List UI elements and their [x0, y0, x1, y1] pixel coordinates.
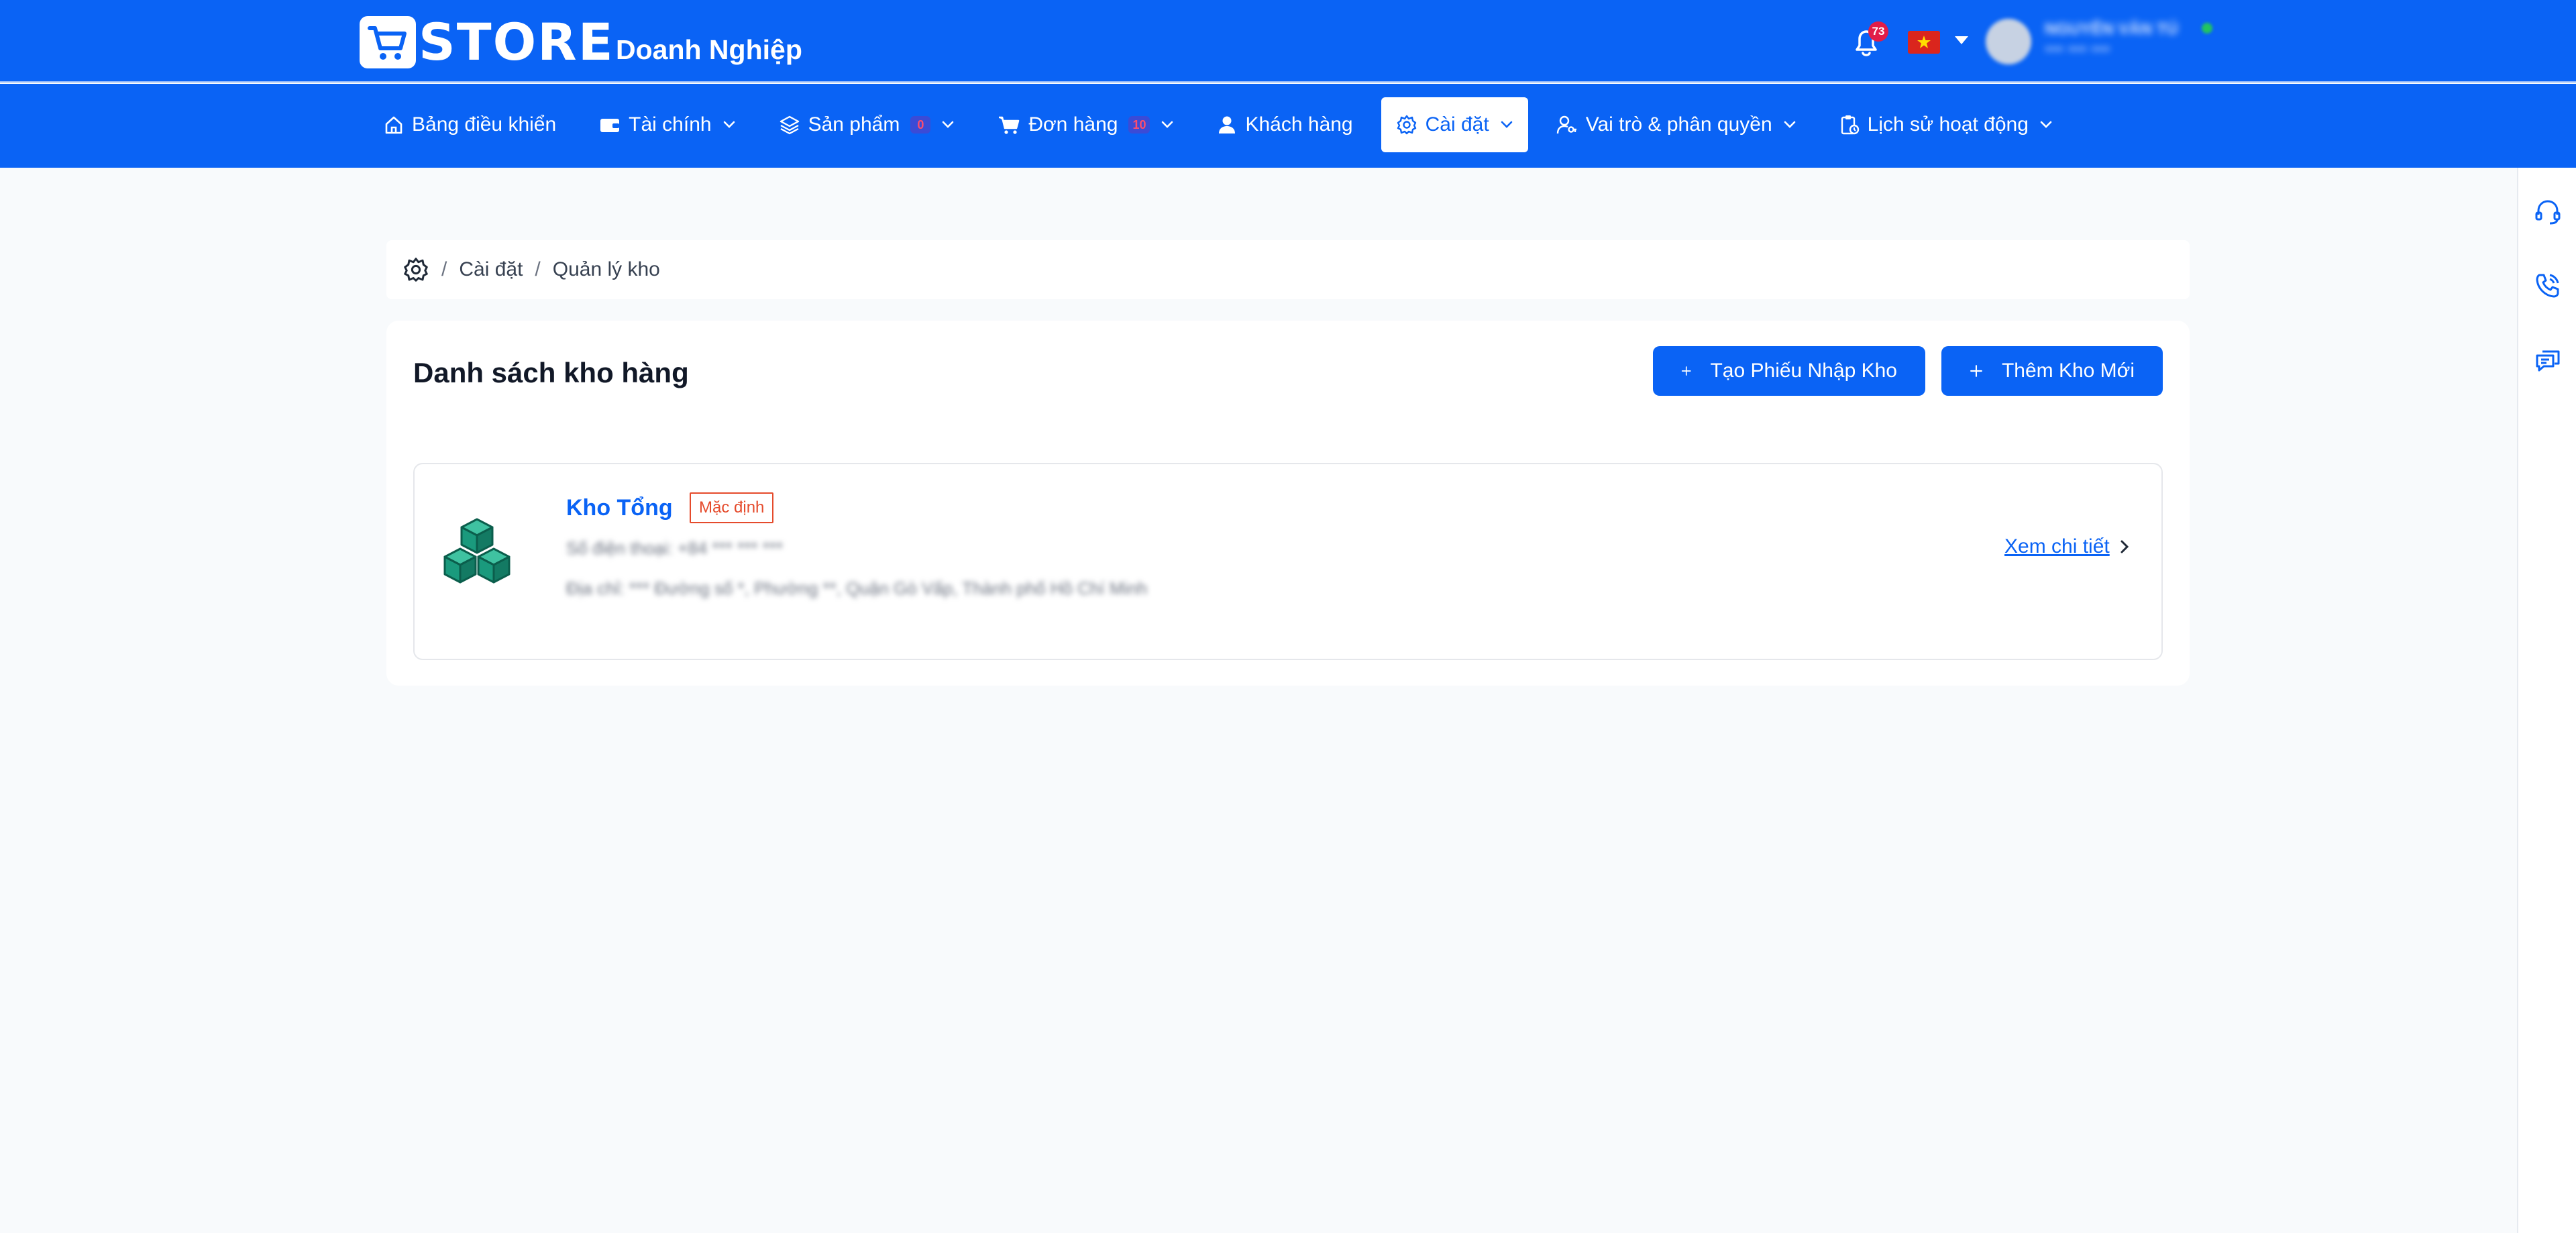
brand-subtitle: Doanh Nghiệp	[616, 34, 802, 65]
user-icon	[1219, 116, 1236, 133]
button-label: Thêm Kho Mới	[2001, 360, 2135, 382]
breadcrumb-separator: /	[441, 258, 447, 280]
gear-icon[interactable]	[402, 256, 429, 283]
nav-label: Tài chính	[629, 113, 712, 136]
clipboard-clock-icon	[1841, 115, 1859, 135]
notification-badge: 73	[1868, 21, 1888, 42]
nav-item-activity-history[interactable]: Lịch sử hoạt động	[1825, 97, 2068, 152]
main-nav: Bảng điều khiển Tài chính Sản phẩm 0 Đơn…	[0, 84, 2576, 168]
user-phone: *** *** ***	[2045, 43, 2110, 61]
nav-label: Lịch sử hoạt động	[1867, 113, 2029, 136]
nav-item-customers[interactable]: Khách hàng	[1202, 97, 1367, 152]
breadcrumb-separator: /	[535, 258, 541, 280]
nav-item-products[interactable]: Sản phẩm 0	[764, 97, 970, 152]
nav-label: Vai trò & phân quyền	[1585, 113, 1772, 136]
nav-item-orders[interactable]: Đơn hàng 10	[983, 97, 1189, 152]
user-key-icon	[1556, 115, 1576, 134]
page-title: Danh sách kho hàng	[413, 357, 689, 388]
avatar[interactable]	[1986, 19, 2031, 64]
breadcrumb-item-warehouse-management: Quản lý kho	[552, 258, 660, 280]
nav-list: Bảng điều khiển Tài chính Sản phẩm 0 Đơn…	[369, 97, 2081, 152]
nav-badge: 0	[910, 116, 931, 133]
button-label: Tạo Phiếu Nhập Kho	[1710, 360, 1897, 382]
nav-item-roles[interactable]: Vai trò & phân quyền	[1542, 97, 1811, 152]
chevron-down-icon	[1162, 121, 1173, 128]
nav-item-dashboard[interactable]: Bảng điều khiển	[369, 97, 571, 152]
chat-icon[interactable]	[2532, 343, 2564, 376]
warehouse-item: Kho Tổng Mặc định Số điện thoại: +84 ***…	[413, 463, 2163, 660]
nav-label: Cài đặt	[1425, 113, 1489, 136]
nav-label: Bảng điều khiển	[412, 113, 557, 136]
chevron-down-icon	[723, 121, 735, 128]
cart-icon	[999, 116, 1020, 134]
plus-icon	[1681, 366, 1691, 376]
default-badge: Mặc định	[690, 492, 774, 523]
warehouse-list-card: Danh sách kho hàng Tạo Phiếu Nhập Kho Th…	[386, 321, 2190, 686]
online-status-dot	[2202, 23, 2212, 34]
layers-icon	[780, 115, 799, 135]
top-header: STORE Doanh Nghiệp 73 NGUYỄN VĂN TÚ *** …	[0, 0, 2576, 83]
support-side-rail	[2517, 168, 2576, 1233]
view-details-label: Xem chi tiết	[2004, 535, 2110, 557]
user-name[interactable]: NGUYỄN VĂN TÚ	[2045, 20, 2178, 39]
create-import-receipt-button[interactable]: Tạo Phiếu Nhập Kho	[1653, 346, 1925, 396]
chevron-down-icon	[943, 121, 954, 128]
store-logo[interactable]: STORE	[360, 15, 614, 70]
warehouse-name[interactable]: Kho Tổng	[566, 495, 673, 521]
chevron-down-icon	[1784, 121, 1795, 128]
gear-icon	[1397, 115, 1416, 135]
home-icon	[385, 116, 402, 134]
phone-call-icon[interactable]	[2532, 270, 2564, 302]
nav-label: Khách hàng	[1245, 113, 1353, 136]
nav-label: Sản phẩm	[808, 113, 900, 136]
nav-label: Đơn hàng	[1028, 113, 1118, 136]
breadcrumb: / Cài đặt / Quản lý kho	[386, 240, 2190, 299]
nav-badge: 10	[1128, 116, 1150, 133]
chevron-down-icon	[2040, 121, 2052, 128]
nav-item-settings[interactable]: Cài đặt	[1381, 97, 1528, 152]
logo-text: STORE	[419, 12, 614, 72]
chevron-down-icon	[1501, 121, 1512, 128]
breadcrumb-item-settings[interactable]: Cài đặt	[459, 258, 523, 281]
wallet-icon	[600, 119, 620, 132]
boxes-icon	[443, 518, 511, 584]
language-caret-icon[interactable]	[1955, 36, 1968, 44]
chevron-right-icon	[2121, 540, 2129, 553]
warehouse-phone: Số điện thoại: +84 *** *** ***	[566, 538, 784, 558]
plus-icon	[1970, 365, 1982, 377]
nav-item-finance[interactable]: Tài chính	[584, 97, 750, 152]
cart-logo-icon	[360, 16, 416, 68]
vietnam-flag-icon[interactable]	[1908, 31, 1940, 54]
view-details-link[interactable]: Xem chi tiết	[2004, 535, 2130, 558]
add-warehouse-button[interactable]: Thêm Kho Mới	[1941, 346, 2163, 396]
warehouse-address: Địa chỉ: *** Đường số *, Phường **, Quận…	[566, 578, 1148, 598]
headset-icon[interactable]	[2532, 196, 2564, 228]
